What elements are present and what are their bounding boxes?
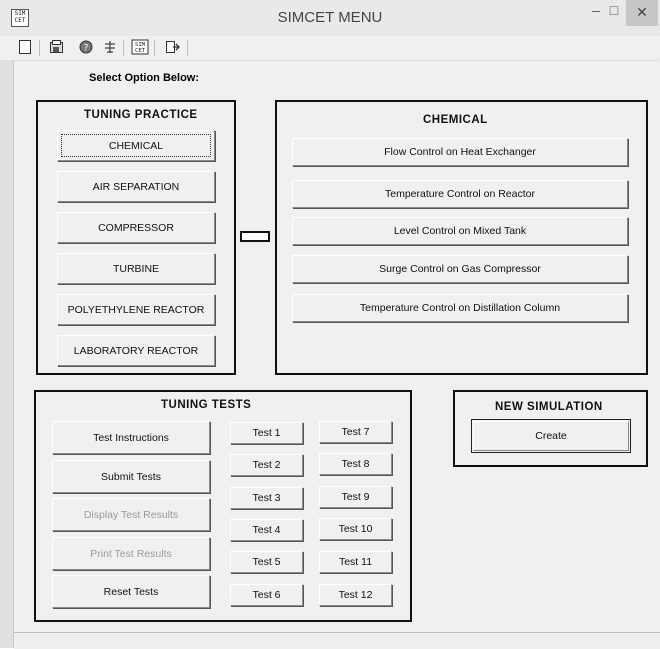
test-9-button[interactable]: Test 9 [319,486,392,508]
test-7-button[interactable]: Test 7 [319,421,392,443]
practice-air-separation-button[interactable]: AIR SEPARATION [57,171,215,202]
test-3-button[interactable]: Test 3 [230,487,303,509]
new-simulation-frame: NEW SIMULATION Create [453,390,648,467]
submit-tests-button[interactable]: Submit Tests [52,460,210,493]
title-bar[interactable]: SIM CET SIMCET MENU – □ ✕ [0,0,660,36]
open-folder-icon[interactable] [48,39,66,57]
test-8-button[interactable]: Test 8 [319,453,392,475]
tuning-practice-frame: TUNING PRACTICE CHEMICAL AIR SEPARATION … [36,100,236,375]
test-2-button[interactable]: Test 2 [230,454,303,476]
tuning-practice-title: TUNING PRACTICE [84,109,198,121]
temperature-control-reactor-button[interactable]: Temperature Control on Reactor [292,180,628,208]
settings-icon[interactable] [101,39,119,57]
exit-icon[interactable] [163,39,181,57]
display-test-results-button[interactable]: Display Test Results [52,498,210,531]
frame-connector [240,231,270,242]
test-1-button[interactable]: Test 1 [230,422,303,444]
reset-tests-button[interactable]: Reset Tests [52,575,210,608]
practice-turbine-button[interactable]: TURBINE [57,253,215,284]
flow-control-heat-exchanger-button[interactable]: Flow Control on Heat Exchanger [292,138,628,166]
toolbar-separator [123,40,124,56]
test-6-button[interactable]: Test 6 [230,584,303,606]
surge-control-gas-compressor-button[interactable]: Surge Control on Gas Compressor [292,255,628,283]
print-test-results-button[interactable]: Print Test Results [52,537,210,570]
main-panel: Select Option Below: TUNING PRACTICE CHE… [14,61,658,631]
toolbar-separator [39,40,40,56]
help-icon[interactable]: ? [77,39,95,57]
test-5-button[interactable]: Test 5 [230,551,303,573]
test-10-button[interactable]: Test 10 [319,518,392,540]
test-11-button[interactable]: Test 11 [319,551,392,573]
practice-laboratory-reactor-button[interactable]: LABORATORY REACTOR [57,335,215,366]
maximize-button[interactable]: □ [603,2,625,28]
test-instructions-button[interactable]: Test Instructions [52,421,210,454]
left-border-strip [0,60,14,648]
tuning-tests-title: TUNING TESTS [161,399,252,411]
tuning-tests-frame: TUNING TESTS Test Instructions Submit Te… [34,390,412,622]
new-simulation-title: NEW SIMULATION [495,401,603,413]
create-simulation-button[interactable]: Create [471,419,631,453]
toolbar-separator [187,40,188,56]
toolbar: ? SIM CET [13,36,658,61]
practice-polyethylene-reactor-button[interactable]: POLYETHYLENE REACTOR [57,294,215,325]
window-title: SIMCET MENU [277,9,383,26]
level-control-mixed-tank-button[interactable]: Level Control on Mixed Tank [292,217,628,245]
simcet-icon[interactable]: SIM CET [130,39,150,57]
test-12-button[interactable]: Test 12 [319,584,392,606]
svg-text:CET: CET [135,48,146,54]
toolbar-separator [154,40,155,56]
simcet-menu-window: SIM CET SIMCET MENU – □ ✕ ? SIM CET Select… [0,0,660,649]
test-4-button[interactable]: Test 4 [230,519,303,541]
svg-text:?: ? [84,44,89,54]
chemical-title: CHEMICAL [423,114,488,126]
select-option-label: Select Option Below: [89,72,200,84]
practice-compressor-button[interactable]: COMPRESSOR [57,212,215,243]
practice-chemical-button[interactable]: CHEMICAL [57,130,215,161]
status-bar [14,632,660,649]
close-button[interactable]: ✕ [626,0,658,26]
new-doc-icon[interactable] [16,39,34,57]
chemical-frame: CHEMICAL Flow Control on Heat Exchanger … [275,100,648,375]
temperature-control-distillation-column-button[interactable]: Temperature Control on Distillation Colu… [292,294,628,322]
